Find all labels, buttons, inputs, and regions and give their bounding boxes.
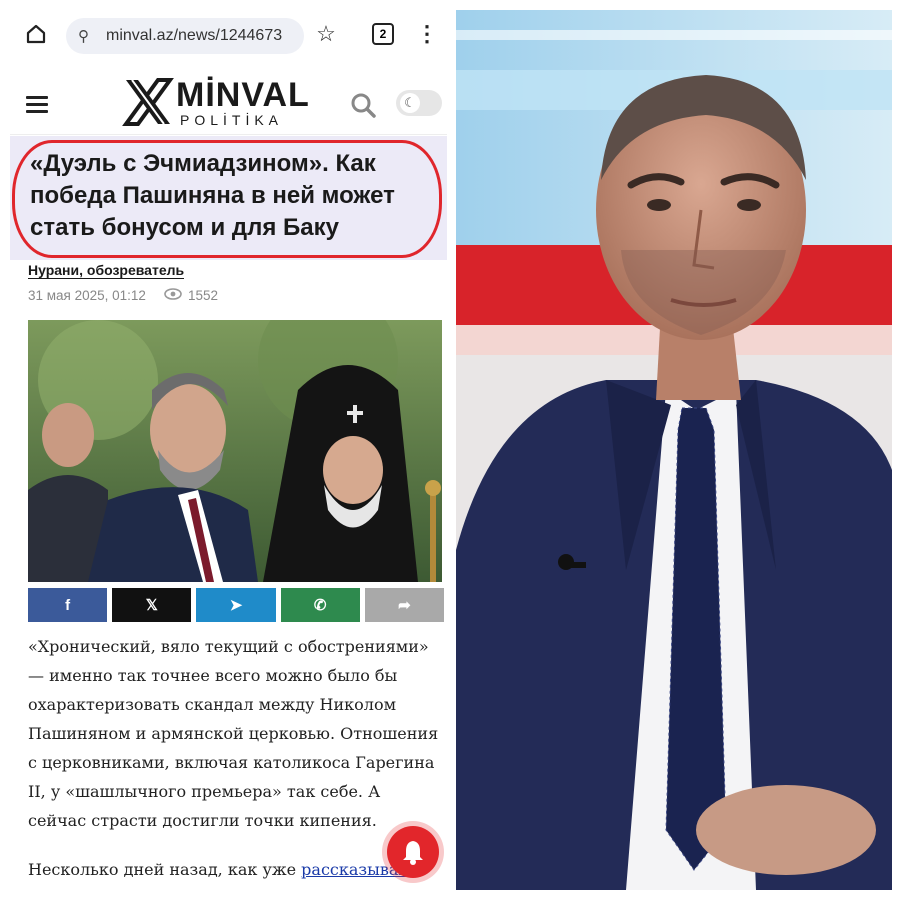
article-meta: 31 мая 2025, 01:12 1552: [28, 288, 218, 303]
moon-icon: ☾: [400, 93, 420, 113]
article-photo: [28, 320, 442, 582]
facebook-icon: f: [65, 596, 71, 614]
telegram-icon: ➤: [229, 597, 243, 614]
phone-screenshot: ⚲ minval.az/news/1244673 ☆ 2 ⋮ MİNVAL PO…: [10, 8, 447, 890]
address-bar[interactable]: ⚲ minval.az/news/1244673: [66, 18, 304, 54]
x-icon: 𝕏: [145, 597, 158, 614]
generic-share-button[interactable]: ➦: [364, 588, 445, 622]
logo-x-mark: [122, 78, 174, 126]
url-text: minval.az/news/1244673: [106, 27, 283, 44]
article-paragraph: Несколько дней назад, как уже рассказыва…: [28, 855, 440, 884]
publish-date: 31 мая 2025, 01:12: [28, 288, 146, 303]
telegram-share-button[interactable]: ➤: [196, 588, 276, 622]
x-share-button[interactable]: 𝕏: [112, 588, 192, 622]
eye-icon: [164, 288, 182, 303]
logo-subtitle: POLİTİKA: [180, 112, 284, 128]
menu-icon[interactable]: [26, 96, 48, 117]
share-arrow-icon: ➦: [398, 597, 411, 614]
star-icon[interactable]: ☆: [314, 21, 338, 46]
view-count: 1552: [187, 288, 218, 303]
red-highlight-oval: [12, 140, 442, 258]
whatsapp-icon: ✆: [313, 597, 327, 614]
portrait-photo: [456, 10, 892, 890]
tabs-button[interactable]: 2: [372, 23, 394, 45]
dark-mode-toggle[interactable]: ☾: [396, 90, 442, 116]
whatsapp-share-button[interactable]: ✆: [280, 588, 360, 622]
logo-wordmark: MİNVAL: [176, 76, 310, 114]
paragraph-text: Несколько дней назад, как уже: [28, 860, 302, 879]
more-vert-icon[interactable]: ⋮: [416, 21, 438, 46]
notification-bell-button[interactable]: [387, 826, 439, 878]
site-header: MİNVAL POLİTİKA ☾: [10, 70, 447, 135]
home-icon[interactable]: [24, 22, 48, 46]
bell-icon: [403, 841, 423, 865]
browser-toolbar: ⚲ minval.az/news/1244673 ☆ 2 ⋮: [10, 8, 447, 64]
article-body: «Хронический, вяло текущий с обострениям…: [28, 632, 440, 890]
author-link[interactable]: Нурани, обозреватель: [28, 262, 185, 279]
search-icon[interactable]: [350, 92, 376, 123]
site-logo[interactable]: MİNVAL POLİTİKA: [122, 76, 312, 130]
share-bar: f 𝕏 ➤ ✆ ➦: [28, 588, 445, 622]
facebook-share-button[interactable]: f: [28, 588, 108, 622]
site-info-icon[interactable]: ⚲: [78, 27, 100, 45]
article-paragraph: «Хронический, вяло текущий с обострениям…: [28, 637, 439, 830]
headline-block: «Дуэль с Эчмиадзином». Как победа Пашиня…: [10, 136, 447, 260]
